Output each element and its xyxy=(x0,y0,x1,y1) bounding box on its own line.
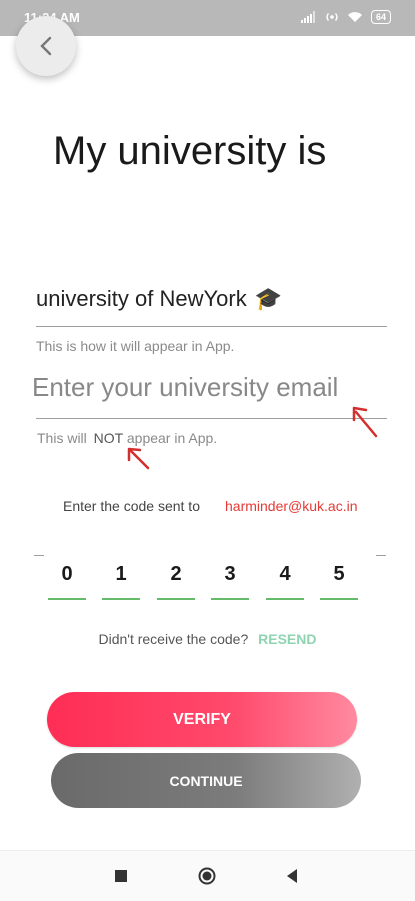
otp-digit-box[interactable]: 2 xyxy=(157,560,195,600)
otp-digit-box[interactable]: 0 xyxy=(48,560,86,600)
university-helper: This is how it will appear in App. xyxy=(36,338,235,354)
continue-button[interactable]: CONTINUE xyxy=(51,753,361,808)
chevron-left-icon xyxy=(40,36,52,56)
otp-digit: 0 xyxy=(61,563,73,585)
resend-row: Didn't receive the code? RESEND xyxy=(0,631,415,647)
otp-digit: 3 xyxy=(224,563,236,585)
status-icons: 64 xyxy=(300,10,391,24)
otp-underline xyxy=(266,598,304,600)
otp-underline xyxy=(320,598,358,600)
university-name-field[interactable]: university of NewYork 🎓 xyxy=(36,286,282,312)
otp-digit-box[interactable]: 5 xyxy=(320,560,358,600)
otp-digit-box[interactable]: 1 xyxy=(102,560,140,600)
email-helper-prefix: This will xyxy=(37,430,87,446)
red-arrow-annotation xyxy=(352,406,378,438)
otp-underline xyxy=(157,598,195,600)
system-nav-bar xyxy=(0,850,415,901)
resend-prompt: Didn't receive the code? xyxy=(98,631,249,647)
otp-digit: 2 xyxy=(170,563,182,585)
otp-underline xyxy=(102,598,140,600)
email-helper-not: NOT xyxy=(93,430,123,446)
code-sent-label: Enter the code sent to xyxy=(63,498,200,514)
email-input[interactable] xyxy=(32,372,392,403)
code-sent-email: harminder@kuk.ac.in xyxy=(225,498,358,514)
signal-icon xyxy=(300,11,315,23)
page-title: My university is xyxy=(53,129,327,173)
hotspot-icon xyxy=(326,13,338,21)
circle-icon[interactable] xyxy=(198,867,216,885)
otp-digit: 4 xyxy=(279,563,291,585)
email-helper-suffix: appear in App. xyxy=(126,430,218,446)
otp-right-dash xyxy=(376,555,386,556)
back-triangle-icon[interactable] xyxy=(285,868,299,884)
graduation-cap-icon: 🎓 xyxy=(254,286,283,311)
university-name-value: university of NewYork xyxy=(36,286,247,311)
otp-underline xyxy=(211,598,249,600)
red-arrow-annotation xyxy=(127,447,150,470)
back-button[interactable] xyxy=(16,16,76,76)
email-underline xyxy=(36,418,387,419)
otp-digit: 1 xyxy=(115,563,127,585)
otp-left-dash xyxy=(34,555,44,556)
email-helper: This will NOT appear in App. xyxy=(37,430,217,446)
square-icon[interactable] xyxy=(114,869,128,883)
otp-digit-box[interactable]: 4 xyxy=(266,560,304,600)
university-underline xyxy=(36,326,387,327)
otp-underline xyxy=(48,598,86,600)
wifi-icon xyxy=(347,12,362,22)
verify-button[interactable]: VERIFY xyxy=(47,692,357,747)
otp-digit-box[interactable]: 3 xyxy=(211,560,249,600)
resend-link[interactable]: RESEND xyxy=(258,631,316,647)
battery-icon: 64 xyxy=(370,10,391,24)
otp-digit: 5 xyxy=(333,563,345,585)
